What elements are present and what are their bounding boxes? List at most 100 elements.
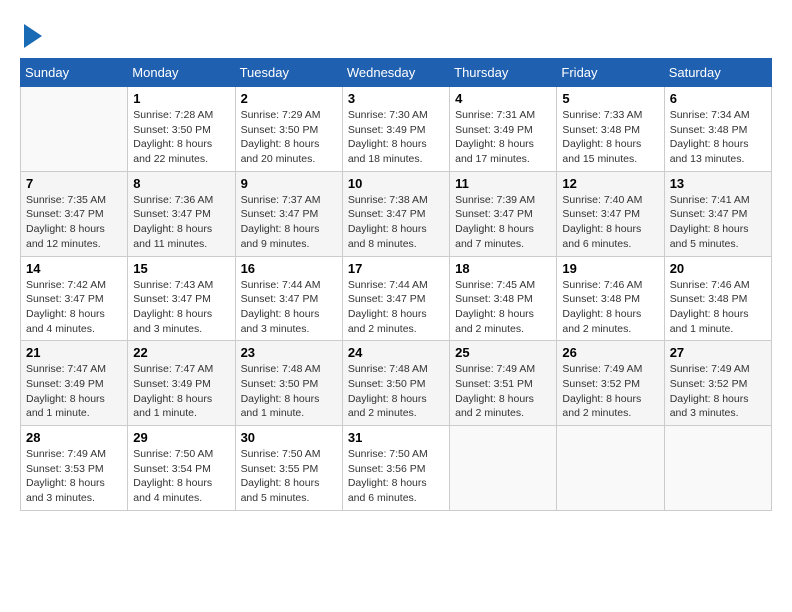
header-thursday: Thursday	[450, 59, 557, 87]
day-number: 8	[133, 176, 229, 191]
calendar-cell: 24 Sunrise: 7:48 AM Sunset: 3:50 PM Dayli…	[342, 341, 449, 426]
calendar-cell: 27 Sunrise: 7:49 AM Sunset: 3:52 PM Dayli…	[664, 341, 771, 426]
page-header	[20, 20, 772, 48]
calendar-cell: 28 Sunrise: 7:49 AM Sunset: 3:53 PM Dayli…	[21, 426, 128, 511]
day-info: Sunrise: 7:50 AM Sunset: 3:55 PM Dayligh…	[241, 447, 337, 506]
calendar-header-row: SundayMondayTuesdayWednesdayThursdayFrid…	[21, 59, 772, 87]
calendar-cell: 11 Sunrise: 7:39 AM Sunset: 3:47 PM Dayli…	[450, 171, 557, 256]
day-info: Sunrise: 7:44 AM Sunset: 3:47 PM Dayligh…	[348, 278, 444, 337]
day-number: 6	[670, 91, 766, 106]
calendar-cell: 23 Sunrise: 7:48 AM Sunset: 3:50 PM Dayli…	[235, 341, 342, 426]
day-number: 1	[133, 91, 229, 106]
calendar-cell: 17 Sunrise: 7:44 AM Sunset: 3:47 PM Dayli…	[342, 256, 449, 341]
day-number: 24	[348, 345, 444, 360]
calendar-cell: 9 Sunrise: 7:37 AM Sunset: 3:47 PM Daylig…	[235, 171, 342, 256]
day-info: Sunrise: 7:30 AM Sunset: 3:49 PM Dayligh…	[348, 108, 444, 167]
calendar-week-row: 1 Sunrise: 7:28 AM Sunset: 3:50 PM Daylig…	[21, 87, 772, 172]
day-info: Sunrise: 7:42 AM Sunset: 3:47 PM Dayligh…	[26, 278, 122, 337]
day-number: 28	[26, 430, 122, 445]
calendar-week-row: 7Sunrise: 7:35 AM Sunset: 3:47 PM Daylig…	[21, 171, 772, 256]
calendar-cell: 19 Sunrise: 7:46 AM Sunset: 3:48 PM Dayli…	[557, 256, 664, 341]
calendar-cell: 26Sunrise: 7:49 AM Sunset: 3:52 PM Dayli…	[557, 341, 664, 426]
calendar-cell: 30Sunrise: 7:50 AM Sunset: 3:55 PM Dayli…	[235, 426, 342, 511]
calendar-cell: 20 Sunrise: 7:46 AM Sunset: 3:48 PM Dayli…	[664, 256, 771, 341]
day-info: Sunrise: 7:49 AM Sunset: 3:53 PM Dayligh…	[26, 447, 122, 506]
day-info: Sunrise: 7:44 AM Sunset: 3:47 PM Dayligh…	[241, 278, 337, 337]
day-number: 4	[455, 91, 551, 106]
logo-arrow-icon	[24, 24, 42, 48]
day-info: Sunrise: 7:46 AM Sunset: 3:48 PM Dayligh…	[670, 278, 766, 337]
calendar-cell: 1 Sunrise: 7:28 AM Sunset: 3:50 PM Daylig…	[128, 87, 235, 172]
day-info: Sunrise: 7:39 AM Sunset: 3:47 PM Dayligh…	[455, 193, 551, 252]
day-info: Sunrise: 7:50 AM Sunset: 3:56 PM Dayligh…	[348, 447, 444, 506]
calendar-cell	[664, 426, 771, 511]
day-info: Sunrise: 7:38 AM Sunset: 3:47 PM Dayligh…	[348, 193, 444, 252]
day-info: Sunrise: 7:49 AM Sunset: 3:52 PM Dayligh…	[670, 362, 766, 421]
day-info: Sunrise: 7:45 AM Sunset: 3:48 PM Dayligh…	[455, 278, 551, 337]
calendar-cell: 25 Sunrise: 7:49 AM Sunset: 3:51 PM Dayli…	[450, 341, 557, 426]
day-info: Sunrise: 7:47 AM Sunset: 3:49 PM Dayligh…	[26, 362, 122, 421]
calendar-cell: 7Sunrise: 7:35 AM Sunset: 3:47 PM Daylig…	[21, 171, 128, 256]
calendar-cell: 8 Sunrise: 7:36 AM Sunset: 3:47 PM Daylig…	[128, 171, 235, 256]
day-info: Sunrise: 7:49 AM Sunset: 3:51 PM Dayligh…	[455, 362, 551, 421]
calendar-cell: 21Sunrise: 7:47 AM Sunset: 3:49 PM Dayli…	[21, 341, 128, 426]
calendar-cell: 31 Sunrise: 7:50 AM Sunset: 3:56 PM Dayli…	[342, 426, 449, 511]
day-info: Sunrise: 7:36 AM Sunset: 3:47 PM Dayligh…	[133, 193, 229, 252]
header-wednesday: Wednesday	[342, 59, 449, 87]
day-number: 31	[348, 430, 444, 445]
day-number: 25	[455, 345, 551, 360]
day-number: 7	[26, 176, 122, 191]
calendar-cell	[21, 87, 128, 172]
calendar-cell: 4Sunrise: 7:31 AM Sunset: 3:49 PM Daylig…	[450, 87, 557, 172]
day-number: 29	[133, 430, 229, 445]
calendar-cell: 18Sunrise: 7:45 AM Sunset: 3:48 PM Dayli…	[450, 256, 557, 341]
day-info: Sunrise: 7:40 AM Sunset: 3:47 PM Dayligh…	[562, 193, 658, 252]
day-info: Sunrise: 7:43 AM Sunset: 3:47 PM Dayligh…	[133, 278, 229, 337]
day-number: 12	[562, 176, 658, 191]
day-number: 22	[133, 345, 229, 360]
calendar-cell: 5 Sunrise: 7:33 AM Sunset: 3:48 PM Daylig…	[557, 87, 664, 172]
day-info: Sunrise: 7:49 AM Sunset: 3:52 PM Dayligh…	[562, 362, 658, 421]
day-info: Sunrise: 7:46 AM Sunset: 3:48 PM Dayligh…	[562, 278, 658, 337]
day-info: Sunrise: 7:33 AM Sunset: 3:48 PM Dayligh…	[562, 108, 658, 167]
day-number: 10	[348, 176, 444, 191]
calendar-cell: 6 Sunrise: 7:34 AM Sunset: 3:48 PM Daylig…	[664, 87, 771, 172]
day-number: 16	[241, 261, 337, 276]
day-number: 23	[241, 345, 337, 360]
day-number: 17	[348, 261, 444, 276]
calendar-cell: 3Sunrise: 7:30 AM Sunset: 3:49 PM Daylig…	[342, 87, 449, 172]
calendar-week-row: 28 Sunrise: 7:49 AM Sunset: 3:53 PM Dayli…	[21, 426, 772, 511]
header-monday: Monday	[128, 59, 235, 87]
calendar-week-row: 21Sunrise: 7:47 AM Sunset: 3:49 PM Dayli…	[21, 341, 772, 426]
day-number: 27	[670, 345, 766, 360]
day-info: Sunrise: 7:48 AM Sunset: 3:50 PM Dayligh…	[241, 362, 337, 421]
day-number: 20	[670, 261, 766, 276]
calendar-cell: 13 Sunrise: 7:41 AM Sunset: 3:47 PM Dayli…	[664, 171, 771, 256]
day-number: 5	[562, 91, 658, 106]
calendar-week-row: 14 Sunrise: 7:42 AM Sunset: 3:47 PM Dayli…	[21, 256, 772, 341]
day-info: Sunrise: 7:34 AM Sunset: 3:48 PM Dayligh…	[670, 108, 766, 167]
day-info: Sunrise: 7:48 AM Sunset: 3:50 PM Dayligh…	[348, 362, 444, 421]
header-sunday: Sunday	[21, 59, 128, 87]
day-number: 13	[670, 176, 766, 191]
day-info: Sunrise: 7:37 AM Sunset: 3:47 PM Dayligh…	[241, 193, 337, 252]
day-number: 19	[562, 261, 658, 276]
day-info: Sunrise: 7:28 AM Sunset: 3:50 PM Dayligh…	[133, 108, 229, 167]
calendar-cell: 22 Sunrise: 7:47 AM Sunset: 3:49 PM Dayli…	[128, 341, 235, 426]
calendar-cell: 14 Sunrise: 7:42 AM Sunset: 3:47 PM Dayli…	[21, 256, 128, 341]
calendar-cell	[557, 426, 664, 511]
day-info: Sunrise: 7:47 AM Sunset: 3:49 PM Dayligh…	[133, 362, 229, 421]
day-number: 11	[455, 176, 551, 191]
calendar-cell	[450, 426, 557, 511]
day-info: Sunrise: 7:41 AM Sunset: 3:47 PM Dayligh…	[670, 193, 766, 252]
calendar-table: SundayMondayTuesdayWednesdayThursdayFrid…	[20, 58, 772, 511]
logo	[20, 20, 42, 48]
day-number: 9	[241, 176, 337, 191]
calendar-cell: 2 Sunrise: 7:29 AM Sunset: 3:50 PM Daylig…	[235, 87, 342, 172]
day-info: Sunrise: 7:50 AM Sunset: 3:54 PM Dayligh…	[133, 447, 229, 506]
day-number: 2	[241, 91, 337, 106]
day-info: Sunrise: 7:29 AM Sunset: 3:50 PM Dayligh…	[241, 108, 337, 167]
day-number: 14	[26, 261, 122, 276]
calendar-cell: 12 Sunrise: 7:40 AM Sunset: 3:47 PM Dayli…	[557, 171, 664, 256]
header-tuesday: Tuesday	[235, 59, 342, 87]
